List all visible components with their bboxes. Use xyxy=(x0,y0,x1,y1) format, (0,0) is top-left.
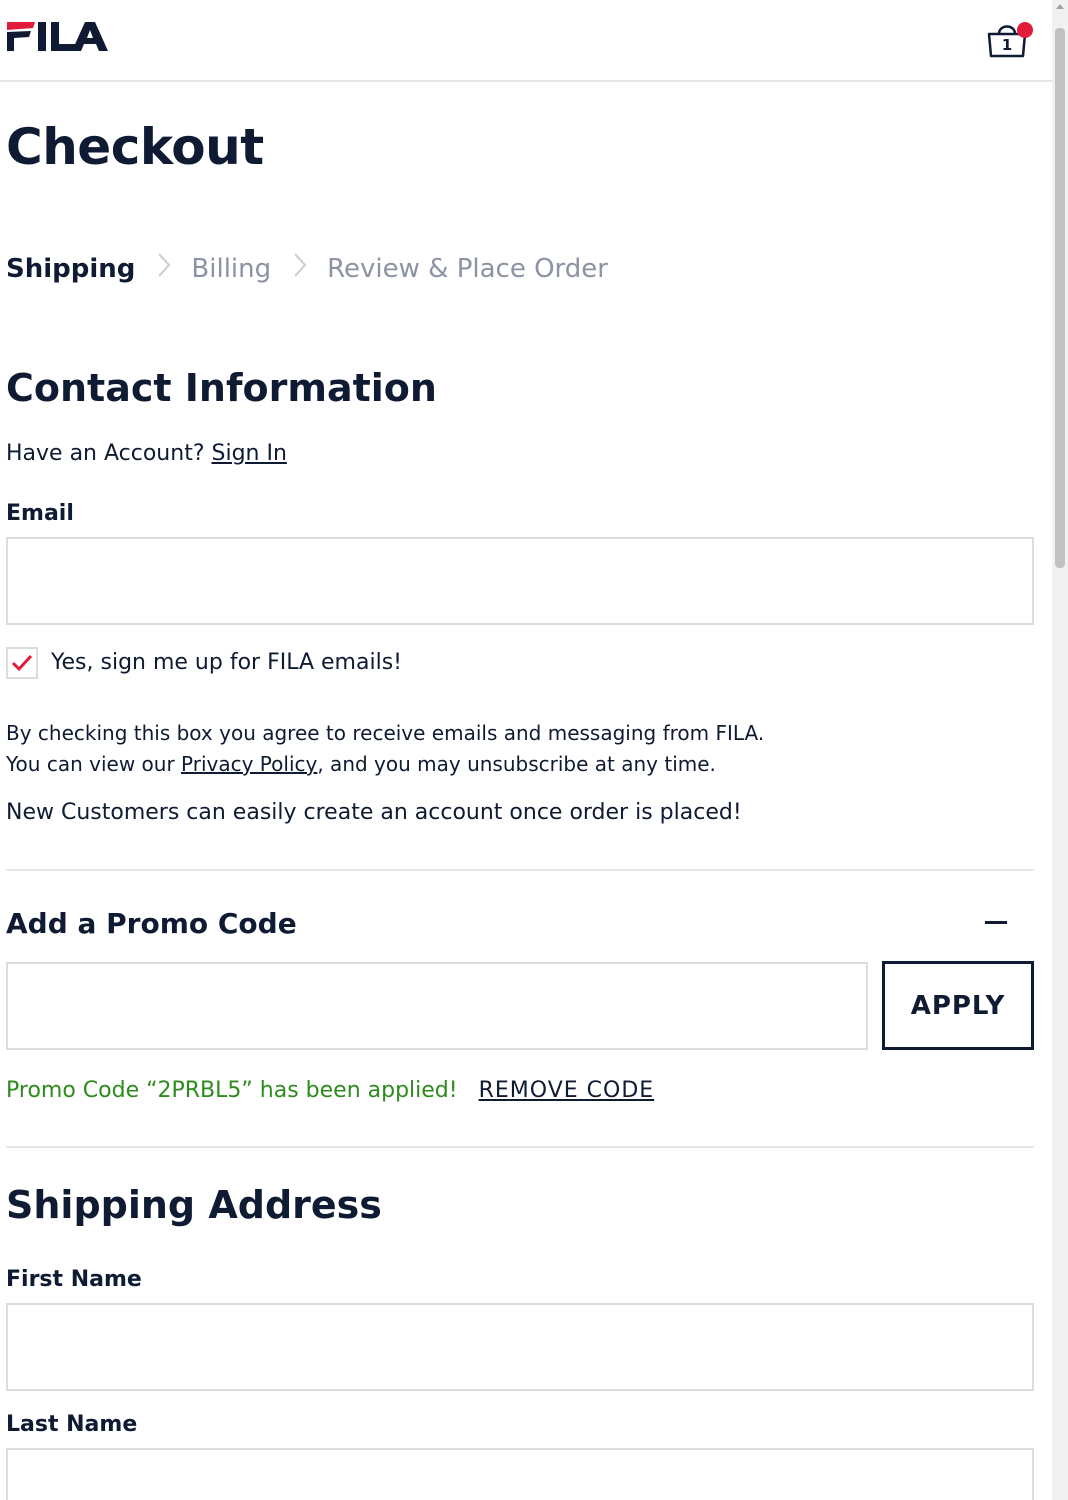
checkout-steps: Shipping Billing Review & Place Order xyxy=(6,252,608,285)
checkmark-icon xyxy=(11,654,33,672)
promo-code-input[interactable] xyxy=(6,962,868,1050)
email-label: Email xyxy=(6,501,74,526)
account-prompt: Have an Account? Sign In xyxy=(6,441,287,466)
chevron-right-icon xyxy=(293,252,307,285)
remove-code-link[interactable]: REMOVE CODE xyxy=(479,1078,655,1103)
site-header: 1 xyxy=(0,0,1052,82)
email-disclaimer: By checking this box you agree to receiv… xyxy=(6,718,766,780)
section-divider xyxy=(6,1146,1034,1148)
promo-applied-message: Promo Code “2PRBL5” has been applied! RE… xyxy=(6,1078,654,1103)
collapse-minus-icon[interactable] xyxy=(985,921,1007,924)
last-name-field[interactable] xyxy=(6,1448,1034,1500)
email-field[interactable] xyxy=(6,537,1034,625)
contact-information-heading: Contact Information xyxy=(6,366,437,410)
cart-notification-dot xyxy=(1017,22,1033,38)
section-divider xyxy=(6,869,1034,871)
first-name-field[interactable] xyxy=(6,1303,1034,1391)
apply-promo-button[interactable]: APPLY xyxy=(882,961,1034,1050)
step-review-place-order[interactable]: Review & Place Order xyxy=(327,254,608,284)
sign-in-link[interactable]: Sign In xyxy=(212,441,287,466)
cart-button[interactable]: 1 xyxy=(985,20,1035,62)
new-customer-note: New Customers can easily create an accou… xyxy=(6,800,742,825)
account-prompt-text: Have an Account? xyxy=(6,441,205,466)
shipping-address-heading: Shipping Address xyxy=(6,1183,382,1227)
promo-code-heading[interactable]: Add a Promo Code xyxy=(6,907,297,940)
email-signup-checkbox[interactable] xyxy=(6,647,38,679)
step-billing[interactable]: Billing xyxy=(191,254,271,284)
fila-logo[interactable] xyxy=(5,18,109,56)
scroll-thumb[interactable] xyxy=(1055,28,1065,568)
cart-count: 1 xyxy=(1001,36,1013,54)
page-title: Checkout xyxy=(6,118,264,176)
email-signup-label[interactable]: Yes, sign me up for FILA emails! xyxy=(51,650,402,675)
promo-applied-text: Promo Code “2PRBL5” has been applied! xyxy=(6,1078,458,1103)
first-name-label: First Name xyxy=(6,1267,142,1292)
step-shipping[interactable]: Shipping xyxy=(6,254,135,284)
chevron-right-icon xyxy=(157,252,171,285)
privacy-policy-link[interactable]: Privacy Policy xyxy=(181,752,317,776)
scroll-up-arrow-icon[interactable] xyxy=(1056,4,1064,9)
disclaimer-text-end: , and you may unsubscribe at any time. xyxy=(317,752,716,776)
page-scrollbar[interactable] xyxy=(1052,0,1068,1500)
last-name-label: Last Name xyxy=(6,1412,138,1437)
